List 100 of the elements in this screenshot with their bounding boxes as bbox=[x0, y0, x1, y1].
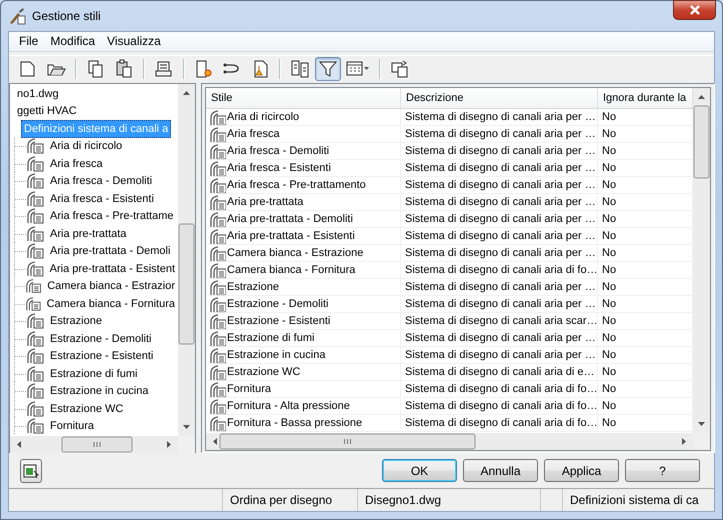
column-header[interactable]: Stile bbox=[206, 88, 401, 108]
duct-icon bbox=[209, 330, 226, 346]
tree-item[interactable]: Fornitura bbox=[47, 417, 98, 436]
duct-icon bbox=[26, 190, 45, 208]
tree-item[interactable]: Aria pre-trattata bbox=[47, 224, 130, 243]
tree-item[interactable]: Camera bianca - Fornitura bbox=[44, 294, 178, 313]
table-cell: Sistema di disegno di canali aria per … bbox=[401, 330, 598, 346]
menu-item[interactable]: File bbox=[13, 34, 44, 48]
duct-icon bbox=[209, 126, 226, 142]
table-cell: Sistema di disegno di canali aria di fo… bbox=[401, 262, 598, 278]
dialog-button[interactable]: OK bbox=[382, 459, 457, 482]
tree-connector bbox=[14, 260, 26, 278]
status-text: Definizioni sistema di ca bbox=[569, 492, 700, 510]
tree-item[interactable]: Aria pre-trattata - Demoli bbox=[47, 242, 174, 260]
duct-icon bbox=[209, 228, 226, 244]
table-cell: Aria fresca - Esistenti bbox=[227, 162, 331, 175]
menu-item[interactable]: Visualizza bbox=[101, 34, 167, 48]
tree-item[interactable]: Estrazione di fumi bbox=[47, 364, 140, 383]
view-button[interactable] bbox=[20, 458, 42, 483]
tree-connector bbox=[14, 400, 26, 418]
app-icon bbox=[8, 7, 26, 25]
duct-icon bbox=[209, 415, 226, 432]
toolbar-button[interactable] bbox=[315, 57, 341, 82]
tree-item[interactable]: Aria pre-trattata - Esistent bbox=[46, 260, 178, 278]
duct-icon bbox=[26, 207, 45, 226]
tree-connector bbox=[14, 277, 25, 296]
duct-icon bbox=[209, 347, 226, 364]
table-cell: Fornitura - Alta pressione bbox=[227, 400, 350, 413]
scrollbar-corner bbox=[178, 436, 195, 454]
duct-icon bbox=[26, 154, 45, 173]
table-cell: Aria pre-trattata bbox=[227, 196, 304, 209]
duct-icon bbox=[209, 398, 226, 414]
table-cell: Sistema di disegno di canali aria per … bbox=[401, 228, 598, 244]
table-cell: Aria fresca - Pre-trattamento bbox=[227, 178, 366, 192]
table-cell: Sistema di disegno di canali aria per … bbox=[401, 177, 598, 194]
tree-connector bbox=[14, 137, 26, 156]
tree-connector bbox=[14, 364, 26, 383]
tree-connector bbox=[14, 294, 25, 313]
tree-item[interactable]: Estrazione WC bbox=[47, 400, 126, 418]
duct-icon bbox=[26, 347, 45, 366]
sync-icon bbox=[390, 59, 410, 80]
table-cell: Sistema di disegno di canali aria di e… bbox=[401, 364, 598, 380]
table-cell: Estrazione - Esistenti bbox=[227, 314, 330, 328]
tree-item[interactable]: Aria fresca - Pre-trattame bbox=[47, 207, 176, 226]
column-header[interactable]: Descrizione bbox=[401, 88, 598, 108]
new-style-icon bbox=[194, 59, 214, 80]
tree-item[interactable]: Aria fresca - Demoliti bbox=[47, 172, 156, 190]
close-button[interactable] bbox=[673, 0, 716, 20]
tree-connector bbox=[14, 417, 26, 436]
tree-item[interactable]: Aria di ricircolo bbox=[47, 137, 126, 156]
close-icon bbox=[688, 5, 700, 15]
duct-icon bbox=[26, 137, 45, 156]
duct-icon bbox=[209, 211, 226, 228]
tree-item[interactable]: Estrazione - Demoliti bbox=[47, 330, 154, 348]
table-cell: Sistema di disegno di canali aria per … bbox=[401, 296, 598, 312]
tree-item[interactable]: Estrazione in cucina bbox=[47, 382, 152, 400]
table-cell: Sistema di disegno di canali aria per … bbox=[401, 194, 598, 210]
tree-item[interactable]: no1.dwg bbox=[14, 84, 62, 103]
table-cell: Estrazione WC bbox=[227, 366, 300, 379]
table-cell: Fornitura bbox=[227, 382, 272, 396]
table-cell: Aria fresca - Demoliti bbox=[227, 144, 330, 158]
tree-item[interactable]: Aria fresca bbox=[47, 154, 106, 173]
tree-connector bbox=[14, 347, 26, 366]
duct-icon bbox=[26, 172, 45, 190]
duct-icon bbox=[26, 242, 45, 260]
tree-item[interactable]: Estrazione bbox=[47, 312, 105, 330]
tree-connector bbox=[14, 330, 26, 348]
dialog-button[interactable]: Annulla bbox=[463, 459, 538, 482]
duct-icon bbox=[209, 313, 226, 330]
tree-item[interactable]: Estrazione - Esistenti bbox=[47, 347, 156, 366]
table-cell: Sistema di disegno di canali aria per … bbox=[401, 279, 598, 296]
tree-connector bbox=[14, 242, 26, 260]
tree-connector bbox=[14, 154, 26, 173]
status-text: Disegno1.dwg bbox=[358, 489, 541, 511]
dialog-button[interactable]: Applica bbox=[544, 459, 619, 482]
duct-icon bbox=[209, 296, 226, 312]
table-cell: Estrazione di fumi bbox=[227, 332, 314, 345]
tree-connector bbox=[14, 190, 26, 208]
tree-item[interactable]: ggetti HVAC bbox=[14, 102, 80, 120]
duct-icon bbox=[209, 160, 226, 176]
duct-icon bbox=[26, 417, 45, 436]
tree-item[interactable]: Aria fresca - Esistenti bbox=[47, 190, 157, 208]
edit-icon bbox=[154, 59, 174, 80]
table-cell: Estrazione bbox=[227, 280, 279, 294]
tree-connector bbox=[14, 172, 26, 190]
duct-icon bbox=[24, 294, 42, 313]
dialog-button[interactable]: ? bbox=[625, 459, 700, 482]
duct-icon bbox=[209, 143, 226, 160]
table-cell: Fornitura - Bassa pressione bbox=[227, 416, 362, 430]
table-cell: Sistema di disegno di canali aria per … bbox=[401, 211, 598, 228]
tree-connector bbox=[14, 312, 26, 330]
table-cell: Sistema di disegno di canali aria per … bbox=[401, 143, 598, 160]
duct-icon bbox=[24, 277, 42, 296]
paste-icon bbox=[114, 59, 134, 80]
duct-icon bbox=[26, 330, 45, 348]
duct-icon bbox=[26, 260, 45, 278]
table-cell: Estrazione in cucina bbox=[227, 348, 326, 362]
duct-icon bbox=[209, 279, 226, 296]
menu-item[interactable]: Modifica bbox=[44, 34, 102, 48]
tree-item[interactable]: Camera bianca - Estrazior bbox=[44, 277, 178, 296]
